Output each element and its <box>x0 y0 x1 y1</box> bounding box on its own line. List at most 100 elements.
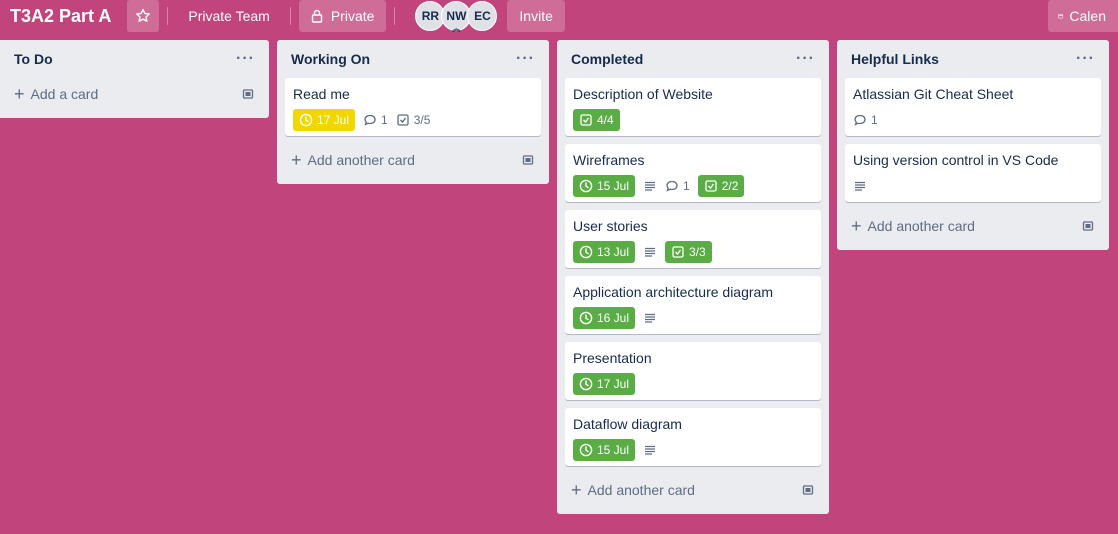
add-card-label: Add another card <box>587 482 695 498</box>
clock-icon <box>299 113 313 127</box>
board-title[interactable]: T3A2 Part A <box>10 6 111 27</box>
comments-badge: 1 <box>665 179 690 193</box>
clock-icon <box>579 311 593 325</box>
plus-icon: + <box>851 216 862 236</box>
card-template-icon[interactable] <box>1081 219 1095 233</box>
card-read-me[interactable]: Read me 17 Jul 1 3/5 <box>285 78 541 136</box>
board-header: T3A2 Part A Private Team Private RR NW ︽ … <box>0 0 1118 33</box>
add-card-button[interactable]: + Add another card <box>565 474 821 506</box>
star-icon <box>136 8 151 22</box>
card-title: Read me <box>293 86 350 102</box>
avatar-initials: NW <box>446 9 467 23</box>
list-helpful-links: Helpful Links ··· Atlassian Git Cheat Sh… <box>837 40 1109 250</box>
comments-count: 1 <box>381 113 388 127</box>
team-label: Private Team <box>188 8 270 24</box>
card-description-of-website[interactable]: Description of Website 4/4 <box>565 78 821 136</box>
due-date-badge[interactable]: 15 Jul <box>573 175 636 197</box>
admin-chevron-icon: ︽ <box>452 24 461 33</box>
checklist-badge: 3/5 <box>396 113 430 127</box>
card-title: Application architecture diagram <box>573 284 773 300</box>
checklist-icon <box>397 114 409 126</box>
add-card-button[interactable]: + Add another card <box>285 144 541 176</box>
clock-icon <box>579 179 593 193</box>
list-title[interactable]: Working On <box>291 51 370 67</box>
add-card-label: Add another card <box>307 152 415 168</box>
comments-badge: 1 <box>363 113 388 127</box>
checklist-badge: 4/4 <box>573 109 620 131</box>
due-date-badge[interactable]: 17 Jul <box>573 373 636 395</box>
card-using-version-control[interactable]: Using version control in VS Code <box>845 144 1101 202</box>
calendar-button[interactable]: Calen <box>1048 0 1118 32</box>
comments-count: 1 <box>871 113 878 127</box>
list-menu-icon[interactable]: ··· <box>1076 50 1095 68</box>
card-title: Dataflow diagram <box>573 416 682 432</box>
description-icon <box>645 313 656 323</box>
checklist-count: 4/4 <box>597 113 614 127</box>
due-date-text: 17 Jul <box>317 113 350 127</box>
card-user-stories[interactable]: User stories 13 Jul 3/3 <box>565 210 821 268</box>
visibility-label: Private <box>330 8 375 24</box>
checklist-badge: 2/2 <box>697 175 745 197</box>
checklist-badge: 3/3 <box>665 241 712 263</box>
card-title: User stories <box>573 218 648 234</box>
plus-icon: + <box>571 480 582 500</box>
clock-icon <box>579 377 593 391</box>
calendar-label: Calen <box>1069 8 1106 24</box>
due-date-text: 13 Jul <box>597 245 630 259</box>
card-template-icon[interactable] <box>241 87 255 101</box>
due-date-badge[interactable]: 13 Jul <box>573 241 636 263</box>
due-date-badge[interactable]: 16 Jul <box>573 307 636 329</box>
list-menu-icon[interactable]: ··· <box>796 50 815 68</box>
calendar-icon <box>1058 13 1064 19</box>
lock-icon <box>311 9 323 23</box>
due-date-badge[interactable]: 15 Jul <box>573 439 636 461</box>
avatar[interactable]: EC <box>467 1 498 31</box>
card-template-icon[interactable] <box>801 483 815 497</box>
description-icon <box>645 181 656 191</box>
invite-label: Invite <box>519 8 553 24</box>
card-atlassian-git-cheat-sheet[interactable]: Atlassian Git Cheat Sheet 1 <box>845 78 1101 136</box>
plus-icon: + <box>291 150 302 170</box>
add-card-button[interactable]: + Add another card <box>845 210 1101 242</box>
checklist-count: 3/3 <box>689 245 706 259</box>
list-title[interactable]: To Do <box>14 51 53 67</box>
due-date-badge[interactable]: 17 Jul <box>293 109 356 131</box>
clock-icon <box>579 443 593 457</box>
checklist-icon <box>672 246 684 258</box>
header-divider <box>167 7 169 25</box>
checklist-count: 2/2 <box>721 179 739 193</box>
star-button[interactable] <box>127 0 160 32</box>
card-template-icon[interactable] <box>521 153 535 167</box>
comments-badge: 1 <box>853 113 878 127</box>
card-wireframes[interactable]: Wireframes 15 Jul 1 2/2 <box>565 144 821 202</box>
invite-button[interactable]: Invite <box>507 0 565 32</box>
due-date-text: 17 Jul <box>597 377 630 391</box>
list-menu-icon[interactable]: ··· <box>516 50 535 68</box>
checklist-icon <box>580 114 592 126</box>
visibility-button[interactable]: Private <box>298 0 387 32</box>
card-title: Using version control in VS Code <box>853 152 1059 168</box>
plus-icon: + <box>14 84 25 104</box>
list-menu-icon[interactable]: ··· <box>236 50 255 68</box>
avatar-initials: RR <box>421 9 440 23</box>
card-presentation[interactable]: Presentation 17 Jul <box>565 342 821 400</box>
due-date-text: 15 Jul <box>597 179 630 193</box>
checklist-icon <box>705 180 717 192</box>
card-title: Atlassian Git Cheat Sheet <box>853 86 1014 102</box>
list-to-do: To Do ··· + Add a card <box>0 40 269 118</box>
add-card-button[interactable]: + Add a card <box>8 78 261 110</box>
list-title[interactable]: Helpful Links <box>851 51 939 67</box>
member-avatars: RR NW ︽ EC <box>415 1 498 33</box>
add-card-label: Add a card <box>30 86 99 102</box>
card-application-architecture-diagram[interactable]: Application architecture diagram 16 Jul <box>565 276 821 334</box>
card-dataflow-diagram[interactable]: Dataflow diagram 15 Jul <box>565 408 821 466</box>
list-title[interactable]: Completed <box>571 51 643 67</box>
add-card-label: Add another card <box>867 218 975 234</box>
comment-icon <box>854 114 866 126</box>
comments-count: 1 <box>683 179 690 193</box>
avatar-initials: EC <box>474 9 491 23</box>
list-completed: Completed ··· Description of Website 4/4… <box>557 40 829 514</box>
header-divider <box>394 7 396 25</box>
description-icon <box>645 247 656 257</box>
team-button[interactable]: Private Team <box>176 0 281 32</box>
